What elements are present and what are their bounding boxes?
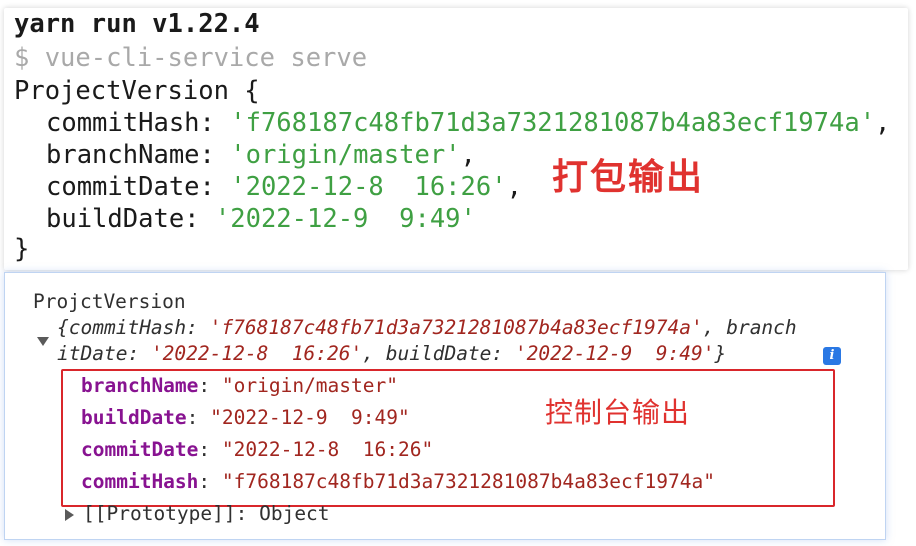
field-key: commitHash [46, 108, 200, 138]
expand-triangle-icon[interactable] [37, 337, 49, 346]
info-icon[interactable]: i [823, 347, 841, 365]
field-value: '2022-12-8 16:26' [230, 172, 507, 202]
property-value: "origin/master" [221, 374, 398, 397]
summary-value: '2022-12-8 16:26' [150, 342, 363, 365]
terminal-panel: yarn run v1.22.4 $ vue-cli-service serve… [4, 8, 908, 270]
summary-punct: : [186, 316, 210, 339]
summary-punct: , branch [702, 316, 797, 339]
collapse-triangle-icon[interactable] [65, 509, 74, 521]
console-property-build-date: buildDate: "2022-12-9 9:49" [81, 406, 410, 429]
console-log-label: ProjctVersion [33, 290, 186, 313]
console-property-commit-date: commitDate: "2022-12-8 16:26" [81, 438, 434, 461]
property-value: "2022-12-8 16:26" [221, 438, 434, 461]
terminal-field-commit-date: commitDate: '2022-12-8 16:26', [46, 172, 522, 202]
terminal-command-line: yarn run v1.22.4 [14, 9, 260, 39]
console-output-annotation: 控制台输出 [545, 396, 691, 429]
property-key: buildDate [81, 406, 187, 429]
field-value: '2022-12-9 9:49' [214, 204, 476, 234]
terminal-subcommand-line: $ vue-cli-service serve [14, 43, 368, 73]
summary-punct: { [57, 316, 69, 339]
field-sep: , [875, 108, 891, 138]
field-sep: , [460, 140, 476, 170]
terminal-field-build-date: buildDate: '2022-12-9 9:49' [46, 204, 476, 234]
field-key: commitDate [46, 172, 200, 202]
console-object-summary-line2[interactable]: itDate: '2022-12-8 16:26', buildDate: '2… [57, 341, 726, 367]
field-key: branchName [46, 140, 200, 170]
summary-value: '2022-12-9 9:49' [514, 342, 715, 365]
terminal-field-commit-hash: commitHash: 'f768187c48fb71d3a7321281087… [46, 108, 891, 138]
console-object-summary-line1[interactable]: {commitHash: 'f768187c48fb71d3a732128108… [57, 315, 797, 341]
terminal-field-branch-name: branchName: 'origin/master', [46, 140, 476, 170]
summary-key: commitHash [68, 316, 187, 339]
devtools-console-panel: ProjctVersion {commitHash: 'f768187c48fb… [4, 272, 886, 540]
field-value: 'f768187c48fb71d3a7321281087b4a83ecf1974… [230, 108, 876, 138]
prototype-entry[interactable]: [[Prototype]]: Object [83, 501, 330, 527]
console-property-commit-hash: commitHash: "f768187c48fb71d3a7321281087… [81, 470, 715, 493]
build-output-annotation: 打包输出 [552, 157, 705, 198]
property-key: branchName [81, 374, 199, 397]
summary-punct: : [491, 342, 515, 365]
property-value: "2022-12-9 9:49" [210, 406, 410, 429]
terminal-object-open: ProjectVersion { [14, 76, 260, 106]
property-key: commitHash [81, 470, 199, 493]
console-property-branch-name: branchName: "origin/master" [81, 374, 398, 397]
field-value: 'origin/master' [230, 140, 461, 170]
property-key: commitDate [81, 438, 199, 461]
property-value: "f768187c48fb71d3a7321281087b4a83ecf1974… [221, 470, 715, 493]
summary-key: itDate [57, 342, 128, 365]
summary-value: 'f768187c48fb71d3a7321281087b4a83ecf1974… [209, 316, 703, 339]
summary-punct: } [714, 342, 727, 365]
terminal-object-close: } [14, 234, 30, 264]
summary-punct: : [127, 342, 151, 365]
field-sep: , [506, 172, 522, 202]
summary-punct: , [362, 342, 386, 365]
field-key: buildDate [46, 204, 185, 234]
summary-key: buildDate [385, 342, 492, 365]
